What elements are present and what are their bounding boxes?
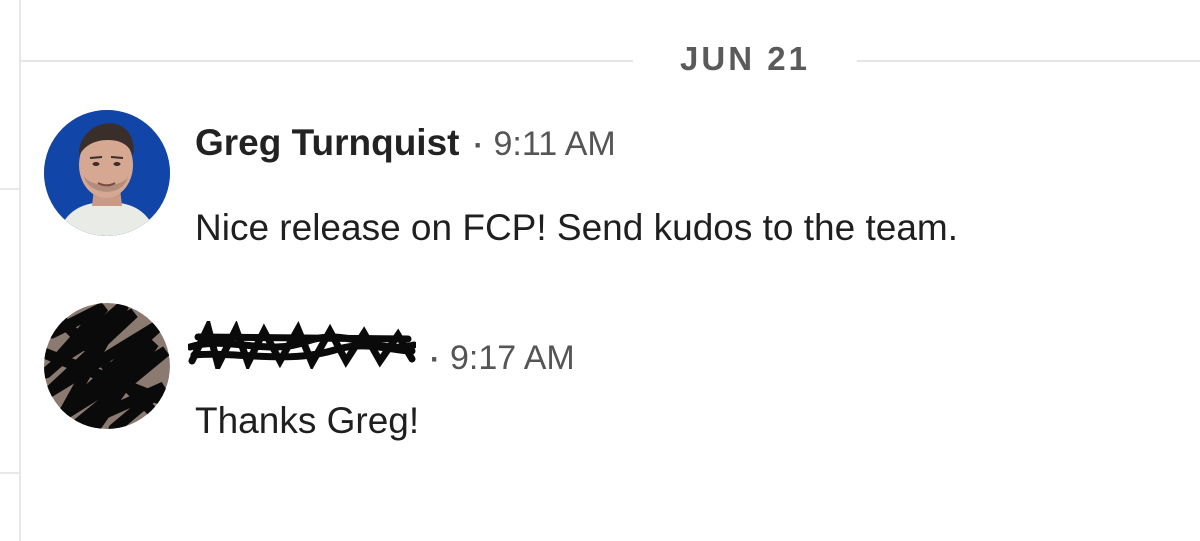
- sender-avatar[interactable]: [44, 303, 170, 429]
- message-header: · 9:17 AM: [188, 321, 575, 378]
- sender-name[interactable]: Greg Turnquist: [195, 122, 459, 164]
- date-divider: JUN 21: [21, 34, 1200, 88]
- message-header: Greg Turnquist · 9:11 AM: [195, 122, 616, 164]
- left-panel-divider: [0, 472, 19, 474]
- sender-avatar[interactable]: [44, 110, 170, 236]
- message-timestamp: 9:17 AM: [450, 339, 575, 377]
- left-panel-divider: [0, 188, 19, 190]
- meta-separator: ·: [430, 343, 440, 376]
- avatar-photo-icon: [44, 110, 170, 236]
- messaging-thread: JUN 21 Greg Turnquist · 9:11 AM Nice rel…: [0, 0, 1200, 541]
- redacted-avatar-icon: [44, 303, 170, 429]
- message-text: Thanks Greg!: [195, 400, 420, 441]
- divider-rule: [857, 60, 1200, 62]
- meta-separator: ·: [473, 129, 484, 162]
- divider-rule: [21, 60, 633, 62]
- left-panel-edge: [0, 0, 21, 541]
- redacted-name-scribble: [188, 321, 416, 369]
- date-label: JUN 21: [680, 40, 810, 77]
- message-timestamp: 9:11 AM: [493, 125, 616, 163]
- message-text: Nice release on FCP! Send kudos to the t…: [195, 207, 959, 248]
